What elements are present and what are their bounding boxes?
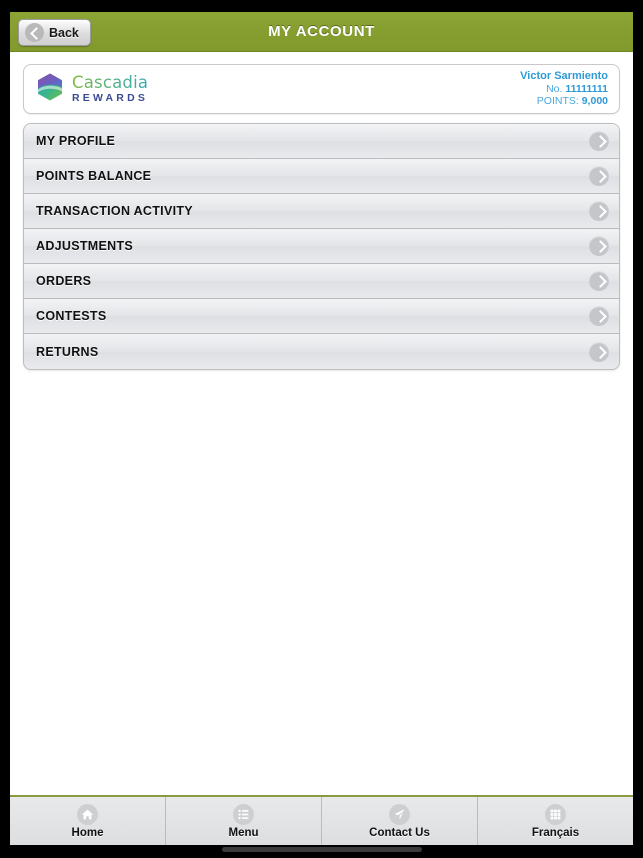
page-title: MY ACCOUNT — [268, 23, 375, 40]
brand-subtitle: REWARDS — [72, 92, 149, 104]
menu-item-transaction-activity[interactable]: TRANSACTION ACTIVITY — [24, 194, 619, 229]
chevron-right-circle-icon — [589, 166, 609, 186]
account-info: Victor Sarmiento No. 11111111 POINTS: 9,… — [520, 70, 608, 108]
member-name: Victor Sarmiento — [520, 70, 608, 83]
chevron-right-circle-icon — [589, 271, 609, 291]
menu-item-contests[interactable]: CONTESTS — [24, 299, 619, 334]
home-icon — [77, 803, 98, 825]
brand-wordmark: Cascadia REWARDS — [72, 72, 149, 104]
menu-item-label: ORDERS — [36, 274, 92, 288]
chevron-right-circle-icon — [589, 201, 609, 221]
chevron-right-circle-icon — [589, 341, 609, 362]
menu-item-adjustments[interactable]: ADJUSTMENTS — [24, 229, 619, 264]
chevron-right-circle-icon — [589, 236, 609, 256]
tab-label: Français — [531, 826, 580, 839]
member-points-value: 9,000 — [581, 95, 608, 108]
content-area: Cascadia REWARDS Victor Sarmiento No. 11… — [10, 53, 633, 783]
account-menu-list: MY PROFILE POINTS BALANCE TRANSACTION AC… — [23, 123, 620, 370]
tab-label: Contact Us — [369, 826, 430, 839]
list-icon — [233, 803, 254, 825]
member-number-value: 11111111 — [565, 82, 608, 95]
brand-lockup: Cascadia REWARDS — [35, 72, 148, 107]
menu-item-label: MY PROFILE — [36, 134, 116, 148]
member-number-label: No. — [546, 82, 563, 95]
device-frame: Back MY ACCOUNT Cascadia REWARDS Victor … — [0, 0, 643, 858]
member-points: POINTS: 9,000 — [520, 95, 608, 108]
paper-plane-icon — [389, 803, 410, 825]
tab-label: Home — [71, 826, 104, 839]
menu-item-my-profile[interactable]: MY PROFILE — [24, 124, 619, 159]
tab-home[interactable]: Home — [10, 797, 166, 845]
menu-item-returns[interactable]: RETURNS — [24, 334, 619, 369]
bottom-tab-bar: Home Menu Contact Us Français — [10, 795, 633, 845]
member-points-label: POINTS: — [536, 95, 579, 108]
menu-item-label: RETURNS — [36, 344, 99, 359]
chevron-right-circle-icon — [589, 131, 609, 151]
menu-item-points-balance[interactable]: POINTS BALANCE — [24, 159, 619, 194]
home-indicator — [221, 847, 422, 852]
chevron-right-circle-icon — [589, 306, 609, 326]
account-summary-card: Cascadia REWARDS Victor Sarmiento No. 11… — [23, 64, 620, 114]
app-screen: Back MY ACCOUNT Cascadia REWARDS Victor … — [10, 12, 633, 845]
brand-name: Cascadia — [72, 72, 149, 92]
tab-francais[interactable]: Français — [478, 797, 633, 845]
menu-item-label: ADJUSTMENTS — [36, 239, 134, 253]
grid-icon — [545, 803, 566, 825]
menu-item-label: TRANSACTION ACTIVITY — [36, 204, 193, 218]
tab-label: Menu — [228, 826, 259, 839]
tab-menu[interactable]: Menu — [166, 797, 322, 845]
menu-item-label: CONTESTS — [36, 309, 107, 323]
top-navigation-bar: Back MY ACCOUNT — [10, 12, 633, 52]
member-number: No. 11111111 — [520, 83, 608, 96]
tab-contact-us[interactable]: Contact Us — [322, 797, 478, 845]
menu-item-label: POINTS BALANCE — [36, 169, 152, 183]
cascadia-hexagon-logo-icon — [35, 72, 65, 107]
menu-item-orders[interactable]: ORDERS — [24, 264, 619, 299]
